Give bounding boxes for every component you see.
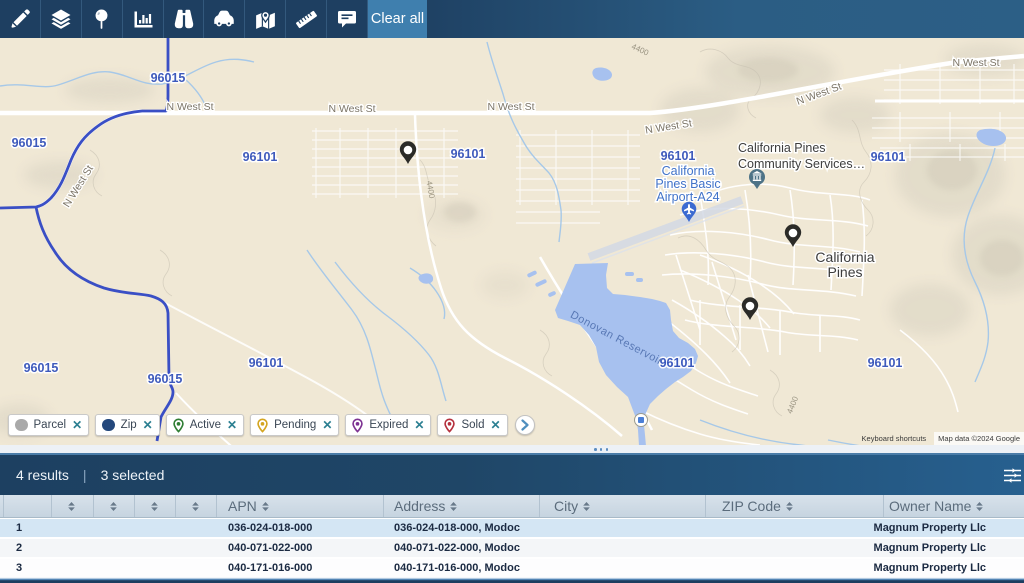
svg-text:N West St: N West St [487,101,534,113]
svg-text:96015: 96015 [12,136,47,150]
svg-text:California Pines: California Pines [738,141,826,155]
svg-text:California: California [662,164,715,178]
svg-text:96101: 96101 [660,356,695,370]
svg-text:96015: 96015 [148,372,183,386]
svg-text:96101: 96101 [661,149,696,163]
svg-text:Pines: Pines [827,264,862,280]
svg-text:N West St: N West St [166,101,213,113]
svg-text:96101: 96101 [871,150,906,164]
svg-text:Community Services…: Community Services… [738,157,865,171]
svg-text:96015: 96015 [151,71,186,85]
svg-text:N West St: N West St [328,103,375,115]
svg-text:California: California [815,249,874,265]
svg-text:96101: 96101 [451,147,486,161]
svg-text:96015: 96015 [24,361,59,375]
svg-text:96101: 96101 [243,150,278,164]
svg-text:96101: 96101 [868,356,903,370]
svg-text:96101: 96101 [249,356,284,370]
svg-text:N West St: N West St [952,57,999,69]
svg-text:Pines Basic: Pines Basic [655,177,720,191]
